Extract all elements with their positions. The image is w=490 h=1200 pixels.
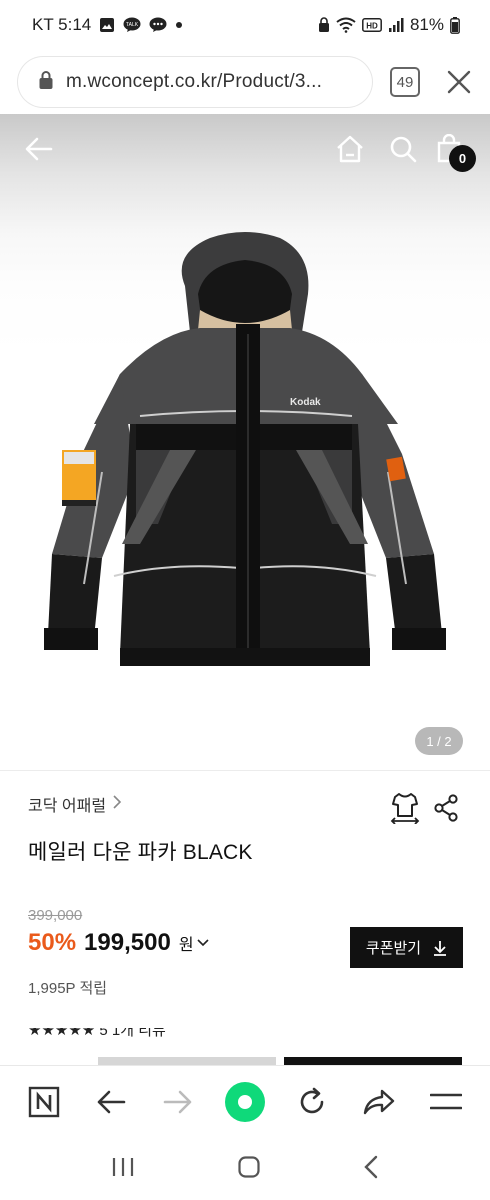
carrier-time: KT 5:14 [32,15,92,34]
hd-icon: HD [362,18,382,32]
download-icon [434,940,447,956]
share-button[interactable] [353,1076,405,1128]
cart-count-badge: 0 [449,145,476,172]
coupon-button[interactable]: 쿠폰받기 [350,927,463,968]
notification-dot-icon [175,21,183,29]
recent-apps-icon[interactable] [111,1156,135,1183]
svg-text:TALK: TALK [126,22,139,28]
arrow-right-icon [163,1090,192,1114]
chat-icon [149,17,167,33]
product-image[interactable]: Kodak [40,224,450,674]
green-dot-icon [224,1082,265,1122]
price-row: 50% 199,500 원 [28,929,209,957]
signal-icon [388,17,404,33]
gallery-icon [99,17,115,33]
address-bar[interactable]: m.wconcept.co.kr/Product/3... [18,57,372,107]
size-guide-icon[interactable] [390,792,420,829]
battery-percent: 81% [409,15,444,34]
currency-dropdown[interactable]: 원 [179,931,209,955]
refresh-button[interactable] [286,1076,338,1128]
discount-rate: 50% [28,929,77,956]
browser-toolbar [0,1066,490,1138]
sale-price: 199,500 [84,929,171,956]
hamburger-menu-icon [430,1093,463,1110]
product-title: 메일러 다운 파카 BLACK [28,841,253,864]
coupon-label: 쿠폰받기 [365,940,422,957]
tab-count-button[interactable]: 49 [390,67,420,97]
svg-text:HD: HD [366,21,378,30]
divider [0,770,490,771]
talk-icon: TALK [123,17,141,33]
hero-nav: 0 [0,114,490,184]
share-arrow-icon [364,1089,395,1115]
home-icon[interactable] [335,134,365,169]
url-text[interactable]: m.wconcept.co.kr/Product/3... [66,71,322,93]
status-bar: KT 5:14 TALK HD 81% [0,0,490,50]
review-summary[interactable]: ★★★★★ 5 1개 리뷰 [28,1028,166,1040]
product-hero: 0 Kodak 1 / 2 [0,114,490,770]
address-bar-row: m.wconcept.co.kr/Product/3... 49 [0,52,490,112]
battery-icon [450,16,460,34]
close-icon[interactable] [444,67,474,97]
chevron-right-icon [112,794,122,815]
image-pager: 1 / 2 [415,727,463,755]
naver-home-button[interactable] [18,1076,70,1128]
currency-label: 원 [178,937,194,954]
share-icon[interactable] [433,794,459,827]
green-dot-button[interactable] [219,1076,271,1128]
back-nav-icon[interactable] [363,1155,379,1184]
search-icon[interactable] [388,134,418,169]
wifi-icon [336,17,356,33]
lock-icon [38,70,54,95]
refresh-icon [300,1087,324,1114]
reward-points: 1,995P 적립 [28,980,108,997]
review-partial-text: ★★★★★ 5 1개 리뷰 [28,1028,166,1039]
kodak-logo-text: Kodak [290,397,321,408]
back-button[interactable] [85,1076,137,1128]
arrow-left-icon [97,1090,126,1114]
menu-button[interactable] [420,1076,472,1128]
brand-link[interactable]: 코닥 어패럴 [28,792,122,816]
home-button-icon[interactable] [237,1155,261,1184]
chevron-down-icon [196,939,209,947]
original-price: 399,000 [28,907,83,924]
naver-n-icon [28,1086,59,1118]
forward-button[interactable] [152,1076,204,1128]
lock-icon [318,17,330,33]
system-navigation-bar [0,1138,490,1200]
back-arrow-icon[interactable] [24,134,54,169]
brand-name[interactable]: 코닥 어패럴 [28,792,106,816]
